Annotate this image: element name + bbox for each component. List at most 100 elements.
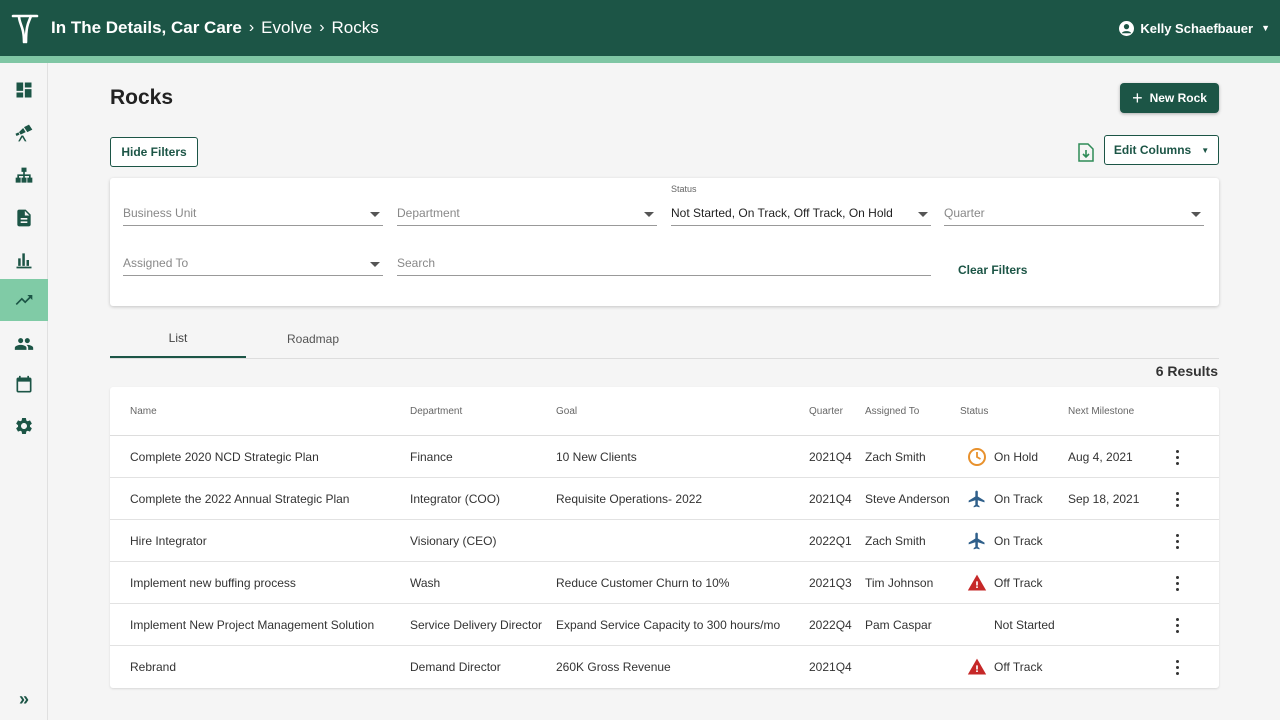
- table-row[interactable]: Rebrand Demand Director 260K Gross Reven…: [110, 646, 1219, 688]
- logo-icon[interactable]: [10, 12, 40, 44]
- rock-goal: 260K Gross Revenue: [556, 660, 671, 674]
- trending-up-icon: [15, 295, 33, 305]
- sidebar: »: [0, 63, 48, 720]
- column-header-next-milestone[interactable]: Next Milestone: [1068, 406, 1134, 417]
- edit-columns-label: Edit Columns: [1113, 143, 1192, 157]
- column-header-assigned-to[interactable]: Assigned To: [865, 406, 919, 417]
- row-menu-button[interactable]: [1170, 615, 1184, 635]
- dropdown-arrow-icon: [370, 262, 380, 267]
- rock-quarter: 2021Q3: [809, 576, 852, 590]
- clock-icon: [968, 448, 986, 466]
- row-menu-button[interactable]: [1170, 657, 1184, 677]
- people-icon: [14, 338, 34, 350]
- row-menu-button[interactable]: [1170, 489, 1184, 509]
- rock-next-milestone: Sep 18, 2021: [1068, 492, 1140, 506]
- rock-name[interactable]: Hire Integrator: [130, 534, 207, 548]
- top-bar-accent: [0, 56, 1280, 63]
- sidebar-item-meetings[interactable]: [0, 364, 48, 406]
- rock-status: On Track: [994, 534, 1043, 548]
- rock-department: Integrator (COO): [410, 492, 501, 506]
- table-row[interactable]: Complete the 2022 Annual Strategic Plan …: [110, 478, 1219, 520]
- rock-assigned-to: Zach Smith: [865, 534, 926, 548]
- rock-name[interactable]: Complete 2020 NCD Strategic Plan: [130, 450, 319, 464]
- export-file-icon[interactable]: [1078, 143, 1094, 162]
- caret-down-icon: ▼: [1261, 23, 1270, 33]
- tab-roadmap[interactable]: Roadmap: [245, 320, 381, 358]
- rock-status: On Hold: [994, 450, 1039, 464]
- tab-divider: [110, 358, 1219, 359]
- rock-name[interactable]: Complete the 2022 Annual Strategic Plan: [130, 492, 349, 506]
- sidebar-item-settings[interactable]: [0, 405, 48, 447]
- sidebar-item-dashboard[interactable]: [0, 69, 48, 111]
- results-count: 6 Results: [1155, 363, 1218, 379]
- status-select[interactable]: Status Not Started, On Track, Off Track,…: [671, 184, 931, 226]
- calendar-icon: [16, 375, 32, 393]
- quarter-select[interactable]: Quarter: [944, 204, 1204, 226]
- chevron-right-icon: ›: [248, 19, 255, 36]
- breadcrumb-item-company[interactable]: In The Details, Car Care: [51, 18, 242, 38]
- quarter-placeholder: Quarter: [944, 206, 985, 220]
- row-menu-button[interactable]: [1170, 447, 1184, 467]
- table-row[interactable]: Hire Integrator Visionary (CEO) 2022Q1 Z…: [110, 520, 1219, 562]
- sidebar-item-rocks[interactable]: [0, 279, 48, 321]
- rock-department: Wash: [410, 576, 441, 590]
- rock-quarter: 2021Q4: [809, 660, 852, 674]
- caret-down-icon: ▼: [1201, 145, 1210, 155]
- search-input[interactable]: Search: [397, 254, 931, 276]
- filter-panel: Business Unit Department Status Not Star…: [110, 178, 1219, 306]
- row-menu-button[interactable]: [1170, 573, 1184, 593]
- department-select[interactable]: Department: [397, 204, 657, 226]
- column-header-goal[interactable]: Goal: [556, 406, 577, 417]
- column-header-status[interactable]: Status: [960, 406, 988, 417]
- page-title: Rocks: [110, 86, 174, 109]
- rock-status: Not Started: [994, 618, 1055, 632]
- hide-filters-button[interactable]: Hide Filters: [110, 137, 198, 167]
- expand-sidebar-button[interactable]: »: [0, 679, 48, 719]
- column-header-quarter[interactable]: Quarter: [809, 406, 843, 417]
- sidebar-item-vision[interactable]: [0, 112, 48, 154]
- row-menu-button[interactable]: [1170, 531, 1184, 551]
- dashboard-icon: [16, 82, 32, 98]
- org-chart-icon: [15, 167, 33, 183]
- clear-filters-button[interactable]: Clear Filters: [958, 263, 1027, 277]
- column-header-name[interactable]: Name: [130, 406, 157, 417]
- user-menu[interactable]: Kelly Schaefbauer ▼: [1119, 0, 1270, 56]
- rock-department: Finance: [410, 450, 453, 464]
- sidebar-item-scorecard[interactable]: [0, 239, 48, 281]
- business-unit-select[interactable]: Business Unit: [123, 204, 383, 226]
- warning-icon: [967, 658, 987, 675]
- breadcrumb: In The Details, Car Care › Evolve › Rock…: [51, 0, 379, 56]
- dropdown-arrow-icon: [644, 212, 654, 217]
- rock-goal: Reduce Customer Churn to 10%: [556, 576, 730, 590]
- rock-assigned-to: Zach Smith: [865, 450, 926, 464]
- sidebar-item-accountability[interactable]: [0, 155, 48, 197]
- rock-status: On Track: [994, 492, 1043, 506]
- rock-name[interactable]: Rebrand: [130, 660, 176, 674]
- rock-department: Visionary (CEO): [410, 534, 497, 548]
- rock-quarter: 2021Q4: [809, 492, 852, 506]
- telescope-icon: [15, 124, 33, 142]
- table-row[interactable]: Complete 2020 NCD Strategic Plan Finance…: [110, 436, 1219, 478]
- airplane-icon: [968, 532, 985, 550]
- table-header: Name Department Goal Quarter Assigned To…: [110, 387, 1219, 436]
- assigned-to-select[interactable]: Assigned To: [123, 254, 383, 276]
- new-rock-button[interactable]: + New Rock: [1120, 83, 1219, 113]
- rock-goal: Expand Service Capacity to 300 hours/mo: [556, 618, 781, 632]
- edit-columns-button[interactable]: Edit Columns ▼: [1104, 135, 1219, 165]
- breadcrumb-item-evolve[interactable]: Evolve: [261, 18, 312, 38]
- search-placeholder: Search: [397, 256, 436, 270]
- table-row[interactable]: Implement new buffing process Wash Reduc…: [110, 562, 1219, 604]
- rock-name[interactable]: Implement New Project Management Solutio…: [130, 618, 374, 632]
- rock-name[interactable]: Implement new buffing process: [130, 576, 296, 590]
- gear-icon: [16, 418, 32, 434]
- tab-list[interactable]: List: [110, 320, 246, 358]
- document-icon: [17, 209, 31, 227]
- rock-goal: Requisite Operations- 2022: [556, 492, 703, 506]
- status-label: Status: [671, 184, 697, 194]
- table-row[interactable]: Implement New Project Management Solutio…: [110, 604, 1219, 646]
- sidebar-item-people[interactable]: [0, 323, 48, 365]
- sidebar-item-documents[interactable]: [0, 197, 48, 239]
- column-header-department[interactable]: Department: [410, 406, 462, 417]
- plus-icon: +: [1132, 88, 1143, 108]
- rock-assigned-to: Tim Johnson: [865, 576, 934, 590]
